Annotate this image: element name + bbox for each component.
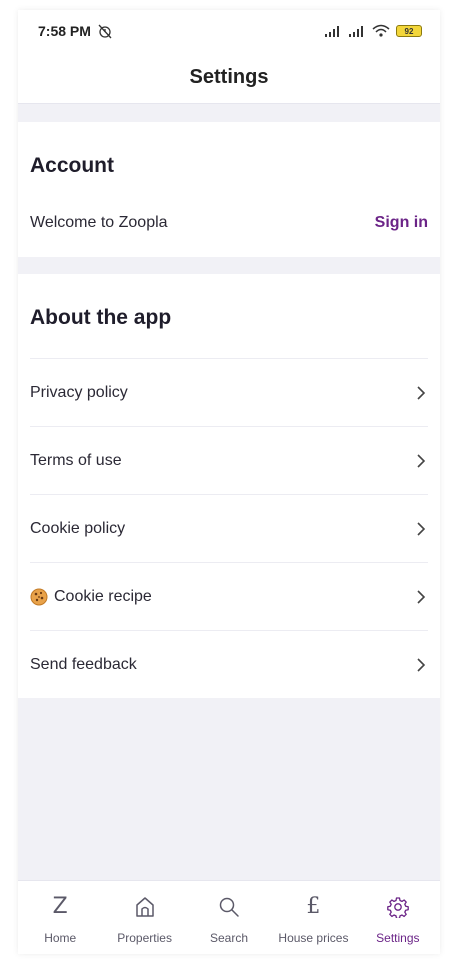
nav-house-prices[interactable]: £ House prices xyxy=(271,881,355,954)
status-right: 92 xyxy=(324,24,422,38)
account-section: Account Welcome to Zoopla Sign in xyxy=(18,122,440,257)
alarm-off-icon xyxy=(98,24,112,39)
account-title: Account xyxy=(30,154,114,177)
account-row: Welcome to Zoopla Sign in xyxy=(30,208,428,238)
cookie-icon xyxy=(30,588,48,605)
nav-label: Search xyxy=(210,931,249,945)
search-icon xyxy=(219,897,239,917)
nav-home[interactable]: Z Home xyxy=(18,881,102,954)
bottom-nav: Z Home Properties Search £ House prices … xyxy=(18,880,440,954)
nav-search[interactable]: Search xyxy=(187,881,271,954)
signal-icon xyxy=(325,26,339,37)
menu-item-label: Privacy policy xyxy=(30,383,128,401)
gear-icon xyxy=(386,897,409,918)
nav-settings[interactable]: Settings xyxy=(356,881,440,954)
nav-label: Settings xyxy=(376,931,420,945)
terms-of-use-item[interactable]: Terms of use xyxy=(30,426,428,494)
pound-icon: £ xyxy=(306,894,321,919)
chevron-right-icon xyxy=(417,521,426,536)
menu-item-label-wrapper: Cookie recipe xyxy=(30,588,152,606)
page-title: Settings xyxy=(189,66,269,88)
signal-icon-2 xyxy=(349,26,363,37)
privacy-policy-item[interactable]: Privacy policy xyxy=(30,358,428,426)
wifi-icon xyxy=(372,24,390,37)
chevron-right-icon xyxy=(417,385,426,400)
cookie-recipe-item[interactable]: Cookie recipe xyxy=(30,562,428,630)
about-menu-list: Privacy policy Terms of use Cookie polic… xyxy=(30,358,428,698)
house-icon xyxy=(135,897,154,917)
battery-indicator: 92 xyxy=(396,25,422,37)
status-bar: 7:58 PM 92 xyxy=(18,10,440,52)
nav-label: House prices xyxy=(278,931,349,945)
nav-properties[interactable]: Properties xyxy=(102,881,186,954)
sign-in-link[interactable]: Sign in xyxy=(375,214,428,232)
zoopla-z-icon: Z xyxy=(52,894,68,919)
send-feedback-item[interactable]: Send feedback xyxy=(30,630,428,698)
status-time: 7:58 PM xyxy=(38,23,91,39)
chevron-right-icon xyxy=(417,453,426,468)
menu-item-label: Terms of use xyxy=(30,451,122,469)
chevron-right-icon xyxy=(417,589,426,604)
menu-item-label: Cookie recipe xyxy=(54,587,152,605)
nav-label: Properties xyxy=(117,931,172,945)
app-header: Settings xyxy=(18,52,440,104)
menu-item-label: Cookie policy xyxy=(30,519,126,537)
status-left: 7:58 PM xyxy=(38,23,113,39)
chevron-right-icon xyxy=(417,657,426,672)
phone-screen: 7:58 PM 92 Settings Account Welcome to Z… xyxy=(18,10,440,954)
welcome-text: Welcome to Zoopla xyxy=(30,214,168,231)
cookie-policy-item[interactable]: Cookie policy xyxy=(30,494,428,562)
menu-item-label: Send feedback xyxy=(30,655,137,673)
about-title: About the app xyxy=(30,306,172,329)
about-section: About the app Privacy policy Terms of us… xyxy=(18,274,440,698)
nav-label: Home xyxy=(44,931,77,945)
